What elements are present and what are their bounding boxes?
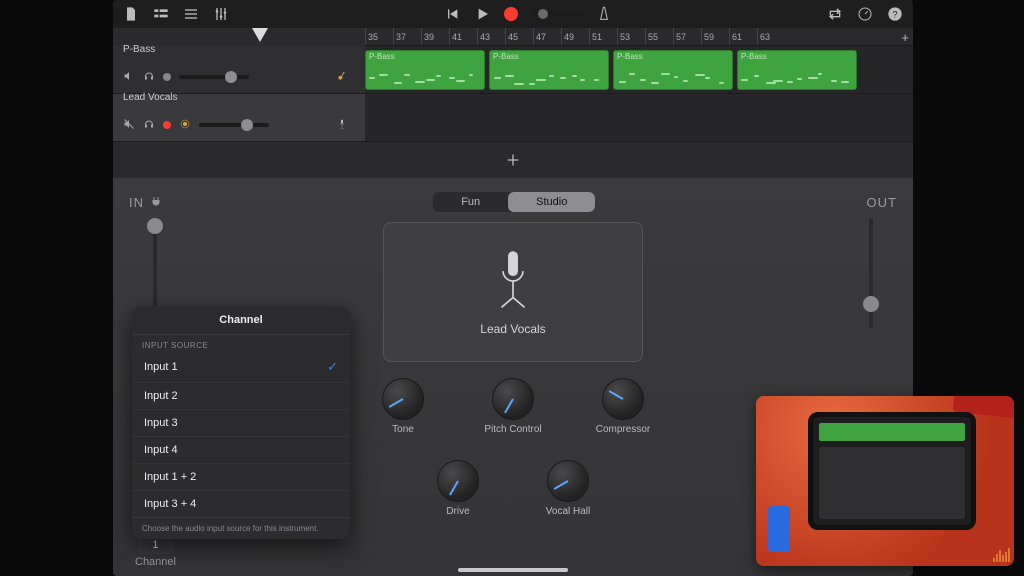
input-label: IN: [129, 195, 162, 210]
knob-vocal-hall[interactable]: Vocal Hall: [546, 460, 590, 542]
mute-icon[interactable]: [123, 118, 135, 133]
headphones-icon[interactable]: [143, 70, 155, 85]
input-option[interactable]: Input 4: [132, 436, 350, 463]
input-option[interactable]: Input 2: [132, 382, 350, 409]
home-indicator[interactable]: [458, 568, 568, 572]
record-enable-icon[interactable]: [163, 121, 171, 129]
prev-icon[interactable]: [444, 6, 460, 22]
top-toolbar: ?: [113, 0, 913, 28]
preset-tabs: Fun Studio: [433, 192, 595, 212]
mute-icon[interactable]: [123, 70, 135, 85]
track-name: P-Bass: [123, 44, 355, 55]
channel-selector[interactable]: 1 Channel: [135, 536, 176, 568]
bar-tick: 49: [561, 28, 589, 45]
equalizer-icon: [993, 548, 1010, 562]
bar-tick: 39: [421, 28, 449, 45]
microphone-icon: [329, 107, 355, 143]
monitor-icon[interactable]: [179, 118, 191, 133]
record-icon[interactable]: [504, 7, 518, 21]
tracks-area: P-Bass P-BassP-BassP-BassP-Bass: [113, 46, 913, 178]
track-header-pbass[interactable]: P-Bass: [113, 46, 365, 93]
preset-tile[interactable]: Lead Vocals: [383, 222, 643, 362]
volume-slider[interactable]: [199, 123, 269, 127]
svg-text:?: ?: [892, 9, 897, 19]
audio-clip[interactable]: P-Bass: [365, 50, 485, 90]
track-name: Lead Vocals: [123, 92, 355, 103]
bar-tick: 63: [757, 28, 785, 45]
help-icon[interactable]: ?: [887, 6, 903, 22]
timeline-ruler[interactable]: 353739414345474951535557596163 +: [365, 28, 913, 46]
bar-tick: 35: [365, 28, 393, 45]
knob-pitch-control[interactable]: Pitch Control: [484, 378, 541, 460]
tab-fun[interactable]: Fun: [433, 192, 508, 212]
phone-device: [768, 506, 790, 552]
popover-title: Channel: [132, 306, 350, 335]
audio-clip[interactable]: P-Bass: [489, 50, 609, 90]
headphones-icon[interactable]: [143, 118, 155, 133]
output-gain-slider[interactable]: [869, 218, 873, 328]
bar-tick: 55: [645, 28, 673, 45]
bar-tick: 51: [589, 28, 617, 45]
ipad-device: [808, 412, 976, 530]
plug-icon: [150, 196, 162, 208]
bar-tick: 45: [505, 28, 533, 45]
pan-dot[interactable]: [163, 73, 171, 81]
knob-compressor[interactable]: Compressor: [596, 378, 650, 460]
track-row[interactable]: P-Bass P-BassP-BassP-BassP-Bass: [113, 46, 913, 94]
bar-tick: 59: [701, 28, 729, 45]
tab-studio[interactable]: Studio: [508, 192, 595, 212]
metronome-icon[interactable]: [596, 6, 612, 22]
volume-slider[interactable]: [179, 75, 249, 79]
channel-popover: Channel INPUT SOURCE Input 1✓Input 2Inpu…: [132, 306, 350, 539]
channel-label: Channel: [135, 556, 176, 568]
bar-tick: 43: [477, 28, 505, 45]
bar-tick: 41: [449, 28, 477, 45]
input-option[interactable]: Input 1✓: [132, 352, 350, 382]
bar-tick: 47: [533, 28, 561, 45]
bar-tick: 37: [393, 28, 421, 45]
picture-in-picture[interactable]: [756, 396, 1014, 566]
popover-footer: Choose the audio input source for this i…: [132, 517, 350, 539]
output-label: OUT: [867, 195, 897, 210]
microphone-icon: [495, 248, 531, 314]
track-row[interactable]: Lead Vocals: [113, 94, 913, 142]
bar-tick: 53: [617, 28, 645, 45]
master-position[interactable]: [532, 12, 582, 16]
bar-tick: 61: [729, 28, 757, 45]
bar-tick: 57: [673, 28, 701, 45]
preset-name: Lead Vocals: [480, 322, 545, 336]
input-option[interactable]: Input 1 + 2: [132, 463, 350, 490]
knob-drive[interactable]: Drive: [437, 460, 479, 542]
tracks-view-icon[interactable]: [153, 6, 169, 22]
track-lane[interactable]: P-BassP-BassP-BassP-Bass: [365, 46, 913, 93]
mixer-icon[interactable]: [213, 6, 229, 22]
guitar-icon: [329, 59, 355, 95]
popover-subhead: INPUT SOURCE: [132, 335, 350, 352]
audio-clip[interactable]: P-Bass: [737, 50, 857, 90]
track-header-vocals[interactable]: Lead Vocals: [113, 94, 365, 141]
audio-clip[interactable]: P-Bass: [613, 50, 733, 90]
knob-tone[interactable]: Tone: [382, 378, 424, 460]
file-icon[interactable]: [123, 6, 139, 22]
add-track-button[interactable]: [113, 142, 913, 178]
track-lane[interactable]: [365, 94, 913, 141]
input-option[interactable]: Input 3: [132, 409, 350, 436]
checkmark-icon: ✓: [327, 359, 338, 375]
loop-icon[interactable]: [827, 6, 843, 22]
list-view-icon[interactable]: [183, 6, 199, 22]
play-icon[interactable]: [474, 6, 490, 22]
add-section-icon[interactable]: +: [901, 30, 909, 45]
input-option[interactable]: Input 3 + 4: [132, 490, 350, 517]
tuner-icon[interactable]: [857, 6, 873, 22]
